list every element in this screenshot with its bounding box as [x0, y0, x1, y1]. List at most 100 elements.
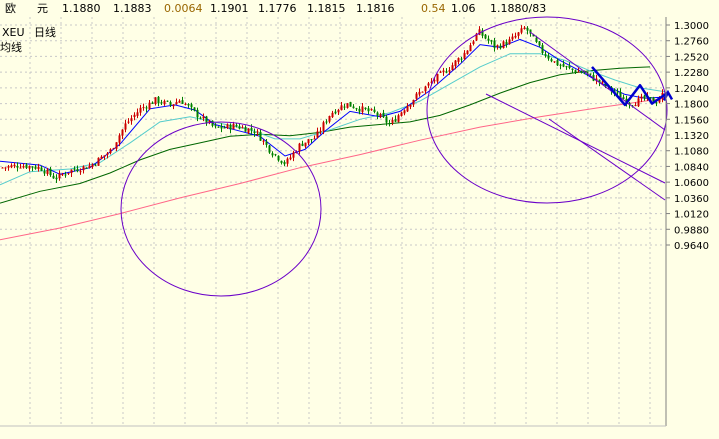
price-chart[interactable]: 1.3000 1.2760 1.2520 1.2280 1.2040 1.1800 1.15… [0, 0, 719, 439]
y-tick-label: 1.2760 [674, 37, 709, 48]
candle-body [433, 80, 436, 82]
candle-body [94, 164, 97, 166]
candle-body [13, 164, 16, 167]
candle-body [490, 40, 493, 42]
candle-body [622, 97, 625, 99]
candle-body [253, 131, 256, 133]
candle-body [223, 127, 226, 129]
candle-body [268, 145, 271, 153]
candle-body [379, 114, 382, 117]
candle-body [301, 143, 304, 146]
candle-body [436, 73, 439, 82]
annotation-layer [120, 16, 674, 297]
candle-body [58, 173, 61, 179]
candle-body [19, 167, 22, 169]
candle-body [115, 142, 118, 149]
candle-body [514, 35, 517, 38]
candle-body [4, 167, 7, 169]
candle-body [397, 115, 400, 122]
candle-body [325, 121, 328, 123]
grid-lines [0, 17, 665, 426]
candle-body [415, 93, 418, 99]
candle-body [298, 143, 301, 152]
candle-body [466, 50, 469, 55]
candle-body [487, 38, 490, 41]
y-tick-label: 1.0840 [674, 162, 709, 173]
candle-body [526, 27, 529, 31]
candle-body [589, 73, 592, 75]
candle-body [256, 131, 259, 133]
candle-body [109, 149, 112, 153]
candle-body [292, 152, 295, 158]
candle-body [370, 109, 373, 111]
candle-body [262, 140, 265, 142]
candle-body [451, 65, 454, 71]
candle-body [655, 102, 658, 104]
candle-body [412, 99, 415, 105]
candle-body [172, 104, 175, 107]
candle-body [328, 116, 331, 122]
candle-body [637, 98, 640, 107]
candle-body [232, 124, 235, 130]
candle-body [364, 107, 367, 109]
candle-body [334, 111, 337, 114]
candle-body [493, 40, 496, 48]
candle-body [160, 102, 163, 104]
candle-body [103, 155, 106, 157]
candle-body [571, 68, 574, 70]
candle-body [154, 97, 157, 104]
candle-body [337, 109, 340, 113]
chart-symbol: XEU [2, 26, 25, 39]
candle-body [52, 175, 55, 179]
candle-body [181, 100, 184, 104]
candle-body [484, 34, 487, 39]
candle-body [205, 116, 208, 124]
candle-body [40, 167, 43, 171]
candle-body [67, 172, 70, 174]
candle-body [22, 166, 25, 168]
candle-body [616, 91, 619, 93]
y-tick-label: 1.3000 [674, 21, 709, 32]
y-tick-label: 1.1800 [674, 100, 709, 111]
candle-body [460, 58, 463, 60]
candle-body [358, 108, 361, 112]
candle-body [421, 91, 424, 93]
candle-body [403, 110, 406, 114]
candle-body [316, 131, 319, 138]
candle-body [178, 100, 181, 103]
y-axis-ticks: 1.3000 1.2760 1.2520 1.2280 1.2040 1.1800 1.15… [666, 21, 709, 252]
candle-body [400, 112, 403, 116]
candle-body [250, 128, 253, 131]
candle-body [277, 155, 280, 161]
candle-body [229, 124, 232, 130]
candle-body [445, 71, 448, 73]
candle-body [520, 28, 523, 33]
candle-body [139, 107, 142, 113]
candle-body [238, 126, 241, 129]
y-tick-label: 1.2520 [674, 52, 709, 63]
candle-body [547, 55, 550, 59]
y-tick-label: 1.1560 [674, 115, 709, 126]
candle-body [343, 106, 346, 108]
y-tick-label: 1.1080 [674, 147, 709, 158]
candle-body [28, 165, 31, 169]
candle-body [100, 156, 103, 159]
candle-body [214, 125, 217, 127]
candle-body [541, 45, 544, 54]
candle-body [472, 41, 475, 44]
candle-body [31, 166, 34, 168]
candle-body [355, 108, 358, 110]
candle-body [538, 41, 541, 46]
candle-body [157, 96, 160, 104]
candle-body [88, 165, 91, 168]
candle-body [391, 119, 394, 123]
candle-body [517, 32, 520, 36]
channel-line-middle [485, 93, 666, 184]
candle-body [1, 167, 4, 169]
candle-body [418, 91, 421, 95]
candle-body [166, 100, 169, 102]
candle-body [469, 45, 472, 52]
candle-body [190, 104, 193, 108]
candle-body [346, 103, 349, 108]
candle-body [163, 100, 166, 105]
